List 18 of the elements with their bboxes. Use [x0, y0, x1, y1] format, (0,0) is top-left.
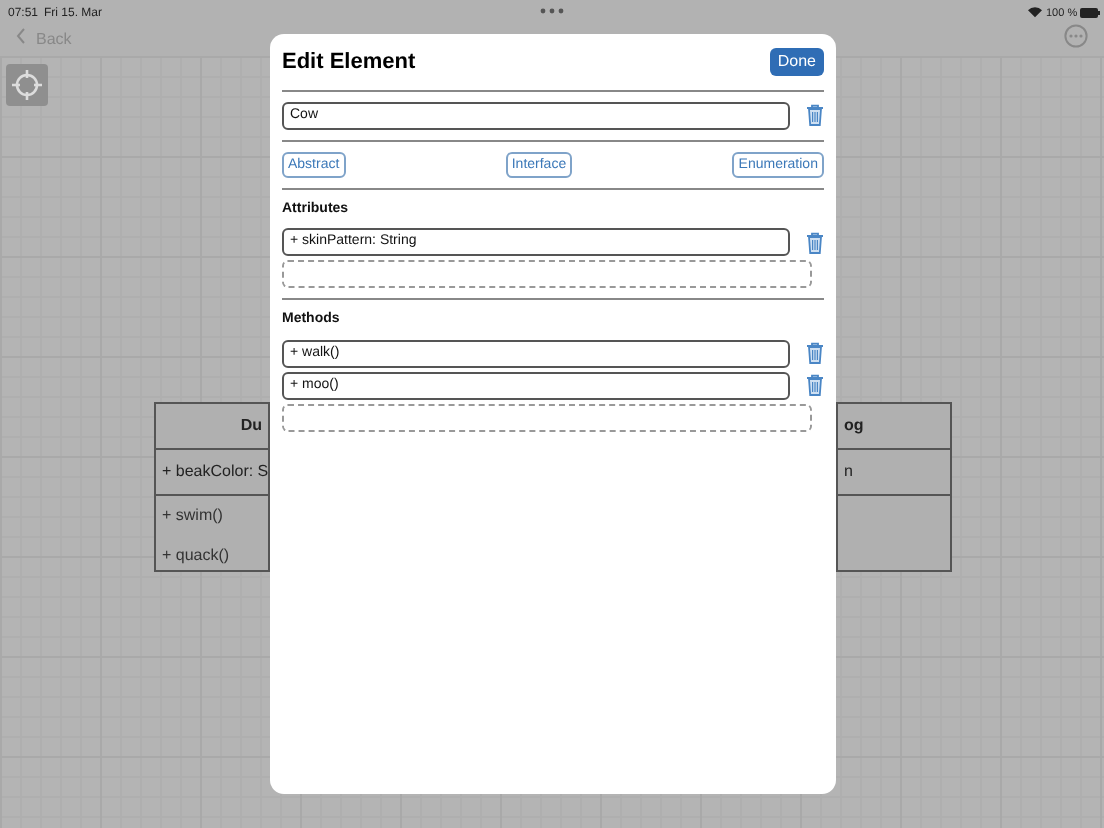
- trash-icon[interactable]: [806, 104, 824, 126]
- class-method: + swim(): [162, 504, 223, 528]
- trash-icon[interactable]: [806, 342, 824, 365]
- add-member-field[interactable]: [282, 403, 812, 432]
- class-attribute: + beakColor: S: [162, 460, 269, 484]
- done-button[interactable]: Done: [769, 48, 824, 77]
- battery-icon: [1080, 7, 1100, 17]
- trash-icon[interactable]: [806, 374, 824, 397]
- trash-icon[interactable]: [806, 231, 824, 254]
- class-method: + quack(): [162, 544, 230, 568]
- dialog-title: Edit Element: [282, 48, 416, 78]
- wifi-icon: [1028, 6, 1042, 18]
- class-title: og: [844, 414, 864, 438]
- add-member-field[interactable]: [282, 260, 812, 289]
- class-attribute: n: [844, 460, 853, 484]
- multitasking-icon[interactable]: [540, 8, 564, 14]
- class-title: Du: [240, 414, 262, 438]
- locate-button[interactable]: [6, 64, 48, 106]
